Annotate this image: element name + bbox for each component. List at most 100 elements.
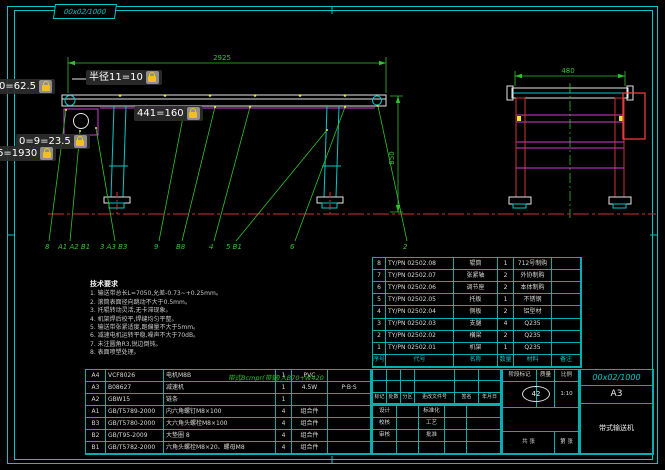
label-standard: 标准化 [419, 406, 445, 418]
lock-icon[interactable] [74, 135, 87, 148]
label-doc: 更改文件号 [415, 393, 455, 404]
empty-cell [445, 406, 467, 418]
empty-cell [415, 381, 455, 392]
empty-cell [455, 370, 479, 381]
bom-cell: 支腿 [454, 319, 498, 331]
parts-cell: B3 [86, 418, 106, 430]
parts-cell [328, 370, 371, 382]
bom-cell: 辊筒 [454, 258, 498, 270]
stage-scale-block: 阶段标记 质量 比例 1:10 共 张 第 张 [502, 369, 580, 455]
label-sheet-no: 第 张 [555, 432, 579, 454]
label-count: 处数 [387, 393, 401, 404]
drawing-number-stamp: 00x02/1000 [53, 4, 117, 19]
bom-cell: TY/PN 02502.08 [386, 258, 454, 270]
bom-cell: 调节座 [454, 282, 498, 294]
label-audit: 审核 [373, 430, 397, 442]
empty-cell [419, 442, 445, 454]
bom-cell: 4 [373, 306, 386, 318]
bom-cell: 7 [373, 270, 386, 282]
parts-cell: 六角头螺栓M8×20、螺母M8 [164, 442, 276, 454]
balloon-label: 9 [154, 243, 158, 251]
empty-cell [467, 406, 501, 418]
note-line: 3. 托辊转动灵活,无卡滞现象。 [90, 307, 352, 315]
bom-cell: 2 [498, 270, 514, 282]
bom-cell: 张紧轴 [454, 270, 498, 282]
parts-cell: 1 [276, 394, 292, 406]
parts-cell: GBW15 [106, 394, 164, 406]
annotation-chip[interactable]: 半径11=10 [86, 70, 162, 85]
label-stage: 阶段标记 [503, 370, 537, 382]
bom-cell: 不锈钢 [514, 294, 552, 306]
parts-cell: VCF8026 [106, 370, 164, 382]
bom-table: 8TY/PN 02502.08辊筒1712号制购 7TY/PN 02502.07… [372, 257, 582, 368]
lock-icon[interactable] [187, 107, 200, 120]
parts-cell: 1 [276, 382, 292, 394]
label-design: 设计 [373, 406, 397, 418]
empty-cell [373, 370, 387, 381]
parts-cell: 组合件 [292, 406, 328, 418]
note-line: 4. 机架焊后校平,焊缝均匀平整。 [90, 316, 352, 324]
dim-belt-length-text: 2925 [213, 54, 231, 62]
empty-cell [397, 442, 419, 454]
parts-cell [328, 406, 371, 418]
empty-cell [467, 418, 501, 430]
lock-icon[interactable] [39, 80, 52, 93]
bom-cell: 2 [373, 331, 386, 343]
bom-cell [552, 258, 581, 270]
balloon-label: 4 [209, 243, 213, 251]
annotation-chip[interactable]: 441=160 [134, 106, 203, 121]
parts-cell: A2 [86, 394, 106, 406]
drawing-subtitle: 带式Bcmpr(带钢)人B70+W420 [228, 372, 324, 382]
annotation-chip[interactable]: 0=62.5 [0, 79, 55, 94]
end-view [507, 83, 645, 218]
notes-title: 技术要求 [90, 280, 352, 288]
lock-icon[interactable] [146, 71, 159, 84]
empty-cell [397, 430, 419, 442]
empty-cell [445, 418, 467, 430]
parts-cell: A3 [86, 382, 106, 394]
annotation-chip[interactable]: 6=1930 [0, 146, 56, 161]
label-approve: 批准 [419, 430, 445, 442]
parts-cell: GB/T95-2009 [106, 430, 164, 442]
bom-cell: 1 [373, 343, 386, 355]
label-date: 年月日 [479, 393, 501, 404]
empty-cell [373, 381, 387, 392]
sheet-size: A3 [581, 386, 653, 404]
empty-cell [387, 381, 401, 392]
signature-grid: 设计 标准化 校核 工艺 审核 批准 [372, 405, 502, 455]
empty-cell [401, 370, 415, 381]
parts-cell: 大垫圈 8 [164, 430, 276, 442]
parts-cell: 4 [276, 430, 292, 442]
balloon-label: 3 A3 B3 [100, 243, 127, 251]
parts-cell: 链条 [164, 394, 276, 406]
drawing-number: 00x02/1000 [581, 370, 653, 386]
bom-cell: TY/PN 02502.03 [386, 319, 454, 331]
title-block-right: 00x02/1000 A3 带式输送机 [580, 369, 654, 455]
bom-header-cell: 名称 [454, 355, 498, 367]
bom-header-cell: 备注 [552, 355, 581, 367]
empty-cell [503, 408, 579, 432]
note-line: 2. 滚筒表面径向跳动不大于0.5mm。 [90, 299, 352, 307]
technical-notes: 技术要求 1. 输送带总长L=7050,允差-0.73~+0.25mm。 2. … [90, 280, 352, 358]
parts-cell: 大六角头螺栓M8×100 [164, 418, 276, 430]
annotation-label: 半径11=10 [89, 71, 143, 84]
lock-icon[interactable] [40, 147, 53, 160]
parts-cell: A4 [86, 370, 106, 382]
bom-cell: 5 [373, 294, 386, 306]
bom-cell [552, 331, 581, 343]
bom-cell: TY/PN 02502.02 [386, 331, 454, 343]
empty-cell [455, 381, 479, 392]
parts-cell: 4 [276, 418, 292, 430]
bom-cell: 8 [373, 258, 386, 270]
parts-cell [328, 418, 371, 430]
head-pulley [373, 96, 382, 105]
note-line: 6. 减速电机运转平稳,噪声不大于70dB。 [90, 332, 352, 340]
empty-cell [467, 442, 501, 454]
label-mark: 标记 [373, 393, 387, 404]
note-line: 8. 表面喷塑处理。 [90, 349, 352, 357]
side-view [62, 79, 386, 216]
parts-cell: 组合件 [292, 442, 328, 454]
parts-cell: B1 [86, 442, 106, 454]
parts-cell: B08627 [106, 382, 164, 394]
bom-cell: 1 [498, 294, 514, 306]
